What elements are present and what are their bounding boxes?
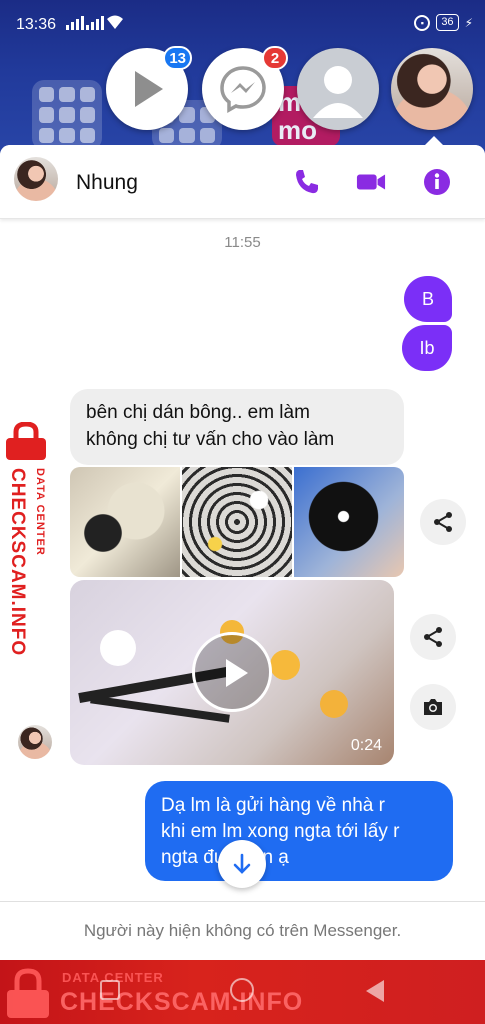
- photo-attachment[interactable]: [70, 467, 180, 577]
- app-folder: [32, 80, 102, 150]
- share-icon: [424, 627, 442, 647]
- battery-indicator: 36: [436, 14, 459, 31]
- chat-panel: Nhung 11:55 B Ib bên chị dán bông.. em l…: [0, 145, 485, 960]
- contact-name[interactable]: Nhung: [76, 171, 138, 195]
- video-attachment[interactable]: 0:24: [70, 580, 394, 765]
- my-message[interactable]: B: [404, 276, 452, 322]
- notification-badge: 2: [262, 46, 288, 70]
- photo-attachment[interactable]: [182, 467, 292, 577]
- contact-avatar[interactable]: [14, 157, 58, 201]
- lock-icon: ▪: [414, 14, 431, 31]
- sender-avatar: [18, 725, 52, 759]
- message-timestamp: 11:55: [224, 234, 261, 251]
- notification-badge: 13: [163, 46, 192, 70]
- person-icon: [313, 66, 363, 118]
- message-text-line: Dạ lm là gửi hàng về nhà r: [161, 795, 385, 816]
- wifi-icon: [107, 15, 123, 29]
- message-text-line: không chị tư vấn cho vào làm: [86, 429, 335, 450]
- recent-apps-button[interactable]: [100, 980, 120, 1000]
- signal-icon: [86, 16, 104, 30]
- share-button[interactable]: [410, 614, 456, 660]
- active-chathead-avatar[interactable]: [391, 48, 473, 130]
- message-text: Ib: [419, 337, 435, 358]
- charging-icon: ⚡: [464, 15, 473, 30]
- video-call-icon[interactable]: [356, 167, 386, 197]
- clock: 13:36: [16, 16, 57, 33]
- watermark-large-text: CHECKSCAM.INFO: [7, 468, 28, 657]
- message-text-line: ngta đưa tiền ạ: [161, 847, 289, 868]
- status-bar: 13:36 ▪ 36 ⚡: [0, 0, 485, 40]
- phone-icon[interactable]: [292, 167, 322, 197]
- my-message[interactable]: Ib: [402, 325, 452, 371]
- camera-icon: [424, 699, 442, 715]
- signal-icon: [66, 16, 84, 30]
- video-duration: 0:24: [350, 737, 382, 754]
- save-media-button[interactable]: [410, 684, 456, 730]
- share-icon: [434, 512, 452, 532]
- messenger-icon: [220, 66, 266, 114]
- back-button[interactable]: [366, 980, 384, 1002]
- message-text-line: khi em lm xong ngta tới lấy r: [161, 821, 400, 842]
- play-icon: [135, 71, 163, 107]
- arrow-down-icon: [233, 853, 251, 874]
- photo-attachment[interactable]: [294, 467, 404, 577]
- share-button[interactable]: [420, 499, 466, 545]
- scroll-to-bottom-button[interactable]: [218, 840, 266, 888]
- watermark: DATA CENTER CHECKSCAM.INFO: [2, 422, 58, 662]
- incoming-message[interactable]: bên chị dán bông.. em làm không chị tư v…: [70, 389, 404, 465]
- outgoing-message[interactable]: Dạ lm là gửi hàng về nhà r khi em lm xon…: [145, 781, 453, 881]
- watermark-large-text: CHECKSCAM.INFO: [60, 988, 304, 1016]
- watermark-small-text: DATA CENTER: [34, 468, 46, 556]
- messenger-chathead[interactable]: 2: [202, 46, 288, 130]
- contact-chathead[interactable]: [297, 48, 379, 130]
- lock-logo: [7, 968, 49, 1018]
- message-text-line: bên chị dán bông.. em làm: [86, 402, 310, 423]
- lock-logo: [6, 422, 46, 460]
- home-button[interactable]: [230, 978, 254, 1002]
- message-text: B: [421, 288, 434, 309]
- chat-header: Nhung: [0, 145, 485, 219]
- play-button[interactable]: [192, 632, 272, 712]
- video-chathead[interactable]: 13: [106, 46, 192, 130]
- navigation-bar: DATA CENTER CHECKSCAM.INFO: [0, 960, 485, 1024]
- info-icon[interactable]: [422, 167, 452, 197]
- unavailable-notice: Người này hiện không có trên Messenger.: [0, 901, 485, 960]
